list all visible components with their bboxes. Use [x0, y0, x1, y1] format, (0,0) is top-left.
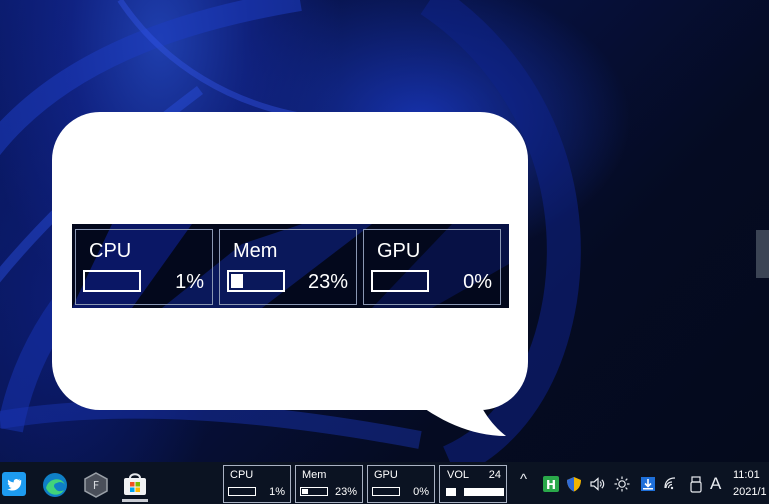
gpu-meter-bar [371, 270, 429, 292]
taskbar-clock[interactable]: 11:01 2021/1 [733, 467, 767, 501]
mem-meter-fill [231, 274, 244, 288]
taskbar-cpu-value: 1% [269, 486, 285, 498]
shield-icon[interactable] [566, 476, 582, 492]
taskbar-volume-label: VOL [447, 469, 470, 481]
taskbar-gpu-bar [372, 487, 400, 496]
mem-meter: Mem 23% [219, 229, 357, 305]
taskbar-volume-bar [446, 488, 504, 496]
taskbar-gpu-meter[interactable]: GPU 0% [367, 465, 435, 503]
taskbar-cpu-bar [228, 487, 256, 496]
cpu-meter: CPU 1% [75, 229, 213, 305]
speaker-icon[interactable] [589, 476, 605, 492]
mem-meter-bar [227, 270, 285, 292]
taskbar-volume-value: 24 [488, 469, 501, 481]
taskbar-volume-meter[interactable]: VOL 24 [439, 465, 507, 503]
taskbar-gpu-value: 0% [413, 486, 429, 498]
taskbar-cpu-meter[interactable]: CPU 1% [223, 465, 291, 503]
taskbar-volume-segment-low [446, 488, 456, 496]
active-app-indicator [122, 499, 148, 502]
svg-text:F: F [93, 479, 99, 492]
taskbar-mem-meter[interactable]: Mem 23% [295, 465, 363, 503]
resource-monitor-widget[interactable]: CPU 1% Mem 23% GPU 0% [72, 224, 509, 308]
gpu-meter: GPU 0% [363, 229, 501, 305]
wifi-icon[interactable] [664, 476, 680, 492]
ime-indicator[interactable]: A [710, 474, 721, 494]
app-hexagon-icon[interactable]: F [84, 472, 108, 498]
mem-meter-label: Mem [233, 240, 278, 262]
clock-time: 11:01 [733, 469, 760, 481]
download-icon[interactable] [640, 476, 656, 492]
edge-icon[interactable] [42, 472, 68, 498]
cpu-meter-label: CPU [89, 240, 132, 262]
brightness-icon[interactable] [614, 476, 630, 492]
twitter-icon[interactable] [2, 472, 26, 496]
cpu-meter-value: 1% [175, 271, 204, 293]
tray-overflow-chevron[interactable]: ^ [520, 471, 527, 488]
store-icon[interactable] [122, 472, 148, 496]
taskbar-gpu-label: GPU [374, 469, 398, 481]
taskbar-volume-segment-high [464, 488, 504, 496]
edge-scroll-handle[interactable] [756, 230, 769, 278]
gpu-meter-value: 0% [463, 271, 492, 293]
speech-bubble-tail [410, 370, 506, 436]
mem-meter-value: 23% [307, 271, 348, 293]
h-app-icon[interactable]: H [543, 476, 559, 492]
clock-date: 2021/1 [733, 486, 767, 498]
cpu-meter-bar [83, 270, 141, 292]
taskbar-mem-fill [302, 489, 308, 494]
gpu-meter-label: GPU [377, 240, 421, 262]
svg-text:H: H [546, 478, 556, 492]
taskbar-mem-label: Mem [302, 469, 327, 481]
usb-icon[interactable] [688, 476, 704, 494]
taskbar-mem-bar [300, 487, 328, 496]
taskbar-cpu-label: CPU [230, 469, 254, 481]
taskbar-mem-value: 23% [334, 486, 357, 498]
